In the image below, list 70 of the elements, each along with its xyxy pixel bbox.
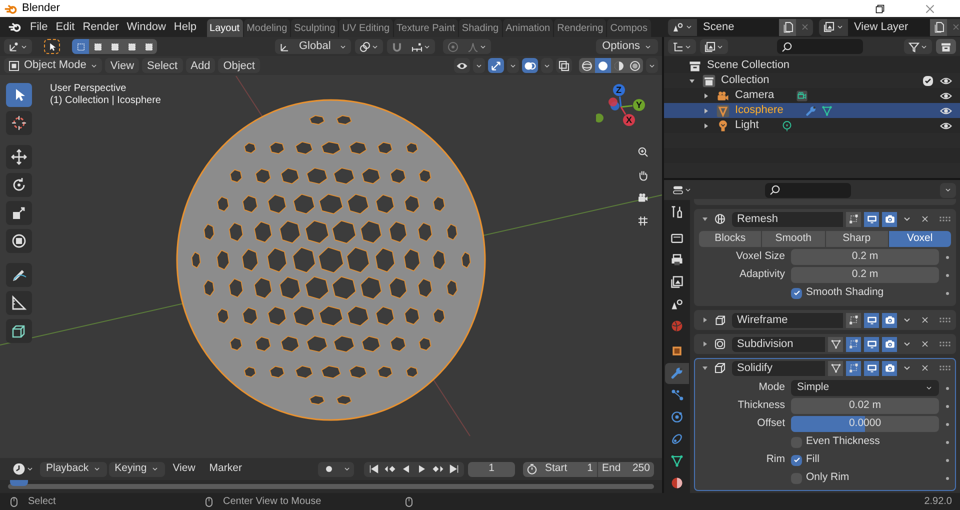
start-frame-field[interactable]: Start 1 <box>541 462 597 476</box>
status-hint: Select <box>28 495 57 509</box>
end-frame-field[interactable]: End 250 <box>598 462 654 476</box>
window-title: Blender <box>22 1 60 16</box>
outliner-item-label: Camera <box>735 88 774 104</box>
mode-dropdown[interactable]: Simple <box>791 380 939 396</box>
property-label: Offset <box>756 416 786 432</box>
orientation-label: Global <box>298 39 332 54</box>
property-label: Thickness <box>736 398 786 414</box>
workspace-tab[interactable]: Sculpting <box>291 19 338 37</box>
outliner-item-label: Light <box>735 118 759 134</box>
menu-item[interactable]: Render <box>78 18 123 36</box>
menu-item[interactable]: Marker <box>203 462 248 476</box>
checkbox-label: Smooth Shading <box>806 285 884 300</box>
menu-dropdown[interactable]: Keying <box>108 462 165 476</box>
property-label: Rim <box>765 452 786 468</box>
outliner-item-label: Icosphere <box>735 103 784 118</box>
mode-option-button[interactable]: Blocks <box>699 231 762 247</box>
property-label: Adaptivity <box>738 267 786 282</box>
checkbox-label: Even Thickness <box>806 434 880 450</box>
axis-label: X <box>626 115 632 125</box>
menu-item[interactable]: View <box>105 58 140 73</box>
mode-option-button[interactable]: Sharp <box>826 231 888 247</box>
number-field[interactable]: 0.2 m <box>791 249 939 265</box>
active-object-label: (1) Collection | Icosphere <box>50 95 161 107</box>
scene-field[interactable]: Scene <box>697 18 779 36</box>
menu-item[interactable]: Edit <box>52 18 79 36</box>
modifier-name-field[interactable]: Remesh <box>732 212 843 226</box>
workspace-tab[interactable]: Rendering <box>554 19 606 37</box>
checkbox-label: Only Rim <box>806 470 850 486</box>
view-layer-field[interactable]: View Layer <box>848 18 930 36</box>
menu-item[interactable]: Help <box>170 18 201 36</box>
viewport[interactable]: Object Mode View Select Add Object User Perspective (1) Collection | Icosphere Z Y X <box>0 56 662 458</box>
current-frame-field[interactable]: 1 <box>468 462 515 476</box>
axis-label: Y <box>636 100 642 110</box>
modifier-name-field[interactable]: Subdivision <box>732 336 825 352</box>
orientation-dropdown[interactable]: Global <box>275 39 351 54</box>
slider-field[interactable]: 0.0000 <box>791 416 939 432</box>
workspace-tab[interactable]: Animation <box>502 19 554 37</box>
menu-dropdown[interactable]: Playback <box>40 462 107 476</box>
outliner-item-label: Scene Collection <box>707 58 790 74</box>
workspace-tab[interactable]: Layout <box>206 19 243 37</box>
property-label: Voxel Size <box>734 249 786 264</box>
workspace-tab[interactable]: Compos <box>607 19 650 37</box>
workspace-tab[interactable]: Modeling <box>244 19 290 37</box>
menu-item[interactable]: Window <box>122 18 170 36</box>
menu-item[interactable]: Select <box>142 58 183 73</box>
modifier-name-field[interactable]: Solidify <box>732 360 825 376</box>
workspace-tab[interactable]: UV Editing <box>339 19 393 37</box>
view-perspective-label: User Perspective <box>50 83 128 95</box>
menu-item[interactable]: File <box>26 18 52 36</box>
menu-item[interactable]: View <box>166 462 202 476</box>
number-field[interactable]: 0.2 m <box>791 267 939 283</box>
options-dropdown[interactable]: Options <box>596 39 658 54</box>
mode-option-button[interactable]: Voxel <box>888 231 951 247</box>
version-label: 2.92.0 <box>924 495 952 509</box>
number-field[interactable]: 0.02 m <box>791 398 939 414</box>
property-label: Mode <box>758 380 786 396</box>
outliner-item-label: Collection <box>721 73 770 88</box>
outliner-row[interactable]: Icosphere <box>664 103 960 118</box>
status-hint: Center View to Mouse <box>223 495 322 509</box>
axis-label: Z <box>616 85 622 95</box>
workspace-tab[interactable]: Shading <box>458 19 502 37</box>
menu-item[interactable]: Object <box>218 58 260 73</box>
workspace-tab[interactable]: Texture Paint <box>394 19 458 37</box>
modifier-name-field[interactable]: Wireframe <box>732 312 843 328</box>
checkbox-label: Fill <box>806 452 820 468</box>
mode-option-button[interactable]: Smooth <box>762 231 824 247</box>
mode-dropdown[interactable]: Object Mode <box>4 58 102 73</box>
menu-item[interactable]: Add <box>186 58 216 73</box>
